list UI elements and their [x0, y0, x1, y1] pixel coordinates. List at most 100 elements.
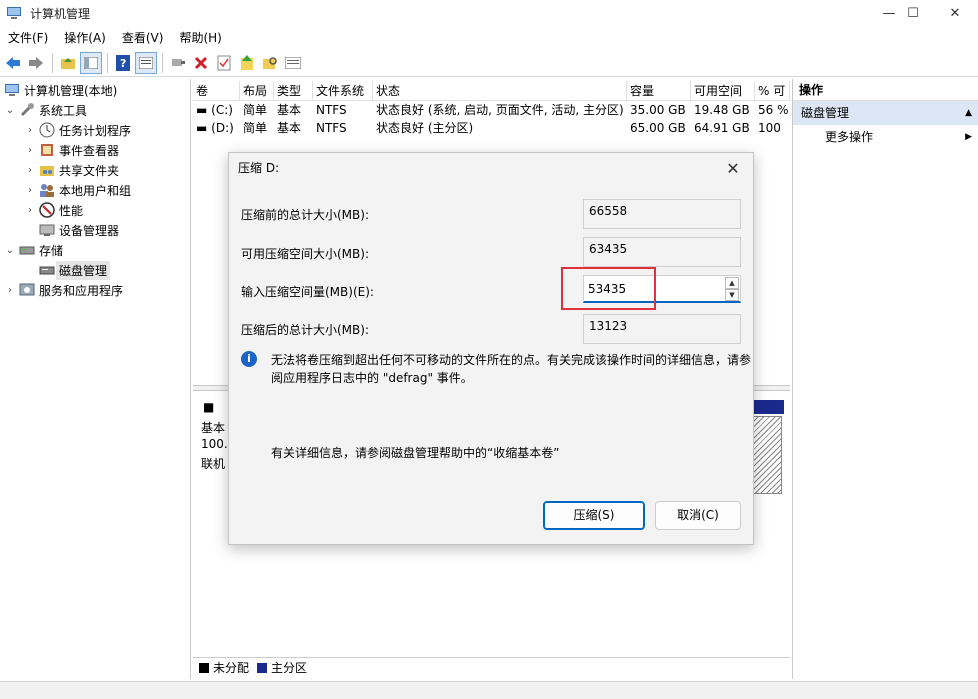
expand-chevron-icon[interactable]: › — [24, 205, 36, 216]
spin-down-icon[interactable]: ▼ — [725, 289, 739, 301]
info-message: i 无法将卷压缩到超出任何不可移动的文件所在的点。有关完成该操作时间的详细信息，… — [241, 351, 751, 387]
expand-chevron-icon[interactable]: › — [24, 165, 36, 176]
menu-file[interactable]: 文件(F) — [0, 29, 56, 46]
actions-header: 操作 — [793, 79, 978, 101]
menu-help[interactable]: 帮助(H) — [171, 29, 229, 46]
tree-item-shared-folders[interactable]: › 共享文件夹 — [24, 160, 119, 180]
services-icon — [19, 283, 35, 296]
expand-chevron-icon[interactable]: › — [4, 285, 16, 296]
tree-item-device-manager[interactable]: 设备管理器 — [39, 220, 119, 240]
legend-label-primary: 主分区 — [271, 661, 308, 675]
column-header[interactable]: 文件系统 — [313, 81, 373, 100]
info-icon: i — [241, 351, 257, 367]
volume-list-header: 卷 布局 类型 文件系统 状态 容量 可用空间 % 可 — [193, 81, 790, 101]
users-icon — [40, 184, 54, 197]
cancel-button[interactable]: 取消(C) — [655, 501, 741, 530]
close-button[interactable]: ✕ — [932, 0, 978, 26]
dialog-close-icon[interactable]: ✕ — [723, 158, 743, 178]
tree-item-system-tools[interactable]: ⌄ 系统工具 — [4, 100, 87, 120]
more-info-text: 有关详细信息，请参阅磁盘管理帮助中的“收缩基本卷” — [271, 446, 560, 460]
total-size-before-label: 压缩前的总计大小(MB): — [241, 208, 369, 222]
disk-status: 联机 — [201, 457, 226, 471]
total-size-before-value: 66558 — [583, 199, 741, 229]
legend-label-unallocated: 未分配 — [213, 661, 250, 675]
check-icon[interactable] — [213, 52, 235, 74]
more-actions-item[interactable]: 更多操作 ▶ — [793, 125, 978, 149]
volume-icon: ▬ — [196, 103, 212, 117]
properties-icon[interactable] — [135, 51, 157, 74]
actions-section-disk-management[interactable]: 磁盘管理 ▲ — [793, 101, 978, 125]
expand-chevron-icon[interactable]: ⌄ — [4, 105, 16, 116]
tools-icon — [20, 103, 34, 117]
clock-icon — [39, 122, 55, 138]
disk-type: 基本 — [201, 421, 226, 435]
highlight-box — [561, 267, 656, 310]
legend-swatch-unallocated — [199, 662, 209, 673]
disk-name: ■ — [203, 400, 215, 414]
svg-text:?: ? — [120, 57, 126, 70]
tree-item-local-users-groups[interactable]: › 本地用户和组 — [24, 180, 131, 200]
legend: 未分配 主分区 — [193, 657, 790, 677]
toolbar: ? — [0, 49, 978, 77]
tree-root-label: 计算机管理(本地) — [24, 83, 118, 98]
partition-block[interactable] — [752, 416, 782, 494]
menu-view[interactable]: 查看(V) — [114, 29, 172, 46]
tree-item-event-viewer[interactable]: › 事件查看器 — [24, 140, 119, 160]
column-header[interactable]: 可用空间 — [691, 81, 755, 100]
shrink-amount-label: 输入压缩空间量(MB)(E): — [241, 285, 374, 299]
performance-icon — [39, 202, 55, 218]
up-arrow-icon[interactable] — [236, 52, 258, 74]
event-viewer-icon — [41, 144, 53, 156]
table-row[interactable]: ▬ (C:) 简单 基本 NTFS 状态良好 (系统, 启动, 页面文件, 活动… — [193, 101, 790, 119]
submenu-arrow-icon: ▶ — [965, 132, 972, 142]
device-manager-icon — [39, 224, 55, 236]
tree-item-services-apps[interactable]: › 服务和应用程序 — [4, 280, 123, 300]
dialog-title: 压缩 D: — [238, 161, 280, 175]
expand-chevron-icon[interactable]: › — [24, 145, 36, 156]
tree-root[interactable]: 计算机管理(本地) — [4, 80, 117, 100]
expand-chevron-icon[interactable]: ⌄ — [4, 245, 16, 256]
shared-folder-icon — [40, 166, 54, 176]
tree-item-task-scheduler[interactable]: › 任务计划程序 — [24, 120, 131, 140]
shrink-button[interactable]: 压缩(S) — [543, 501, 645, 530]
delete-icon[interactable] — [190, 52, 212, 74]
column-header[interactable]: 布局 — [240, 81, 274, 100]
computer-management-window: 计算机管理 — ☐ ✕ 文件(F) 操作(A) 查看(V) 帮助(H) ? 计算… — [0, 0, 978, 699]
actions-pane: 操作 磁盘管理 ▲ 更多操作 ▶ — [792, 79, 978, 679]
search-folder-icon[interactable] — [259, 52, 281, 74]
back-arrow-icon[interactable] — [2, 52, 24, 74]
expand-chevron-icon[interactable]: › — [24, 185, 36, 196]
tree-item-storage[interactable]: ⌄ 存储 — [4, 240, 63, 260]
menu-action[interactable]: 操作(A) — [56, 29, 114, 46]
column-header[interactable]: 类型 — [274, 81, 313, 100]
title-bar: 计算机管理 — ☐ ✕ — [0, 0, 978, 26]
column-header[interactable]: 卷 — [193, 81, 240, 100]
tree-item-disk-management[interactable]: 磁盘管理 — [39, 260, 111, 280]
computer-management-icon — [5, 84, 19, 96]
collapse-up-icon[interactable]: ▲ — [965, 101, 972, 125]
table-row[interactable]: ▬ (D:) 简单 基本 NTFS 状态良好 (主分区) 65.00 GB 64… — [193, 119, 790, 137]
status-bar — [0, 681, 978, 699]
window-title: 计算机管理 — [30, 6, 91, 21]
maximize-button[interactable]: ☐ — [890, 0, 936, 26]
folder-up-icon[interactable] — [57, 52, 79, 74]
total-size-after-label: 压缩后的总计大小(MB): — [241, 323, 369, 337]
connect-icon[interactable] — [167, 52, 189, 74]
navigation-tree: 计算机管理(本地) ⌄ 系统工具 › 任务计划程序 › 事件查看器 › 共享文件… — [0, 79, 191, 679]
total-size-after-value: 13123 — [583, 314, 741, 344]
console-tree-icon[interactable] — [80, 51, 102, 74]
spin-up-icon[interactable]: ▲ — [725, 277, 739, 289]
storage-icon — [19, 246, 35, 255]
available-shrink-label: 可用压缩空间大小(MB): — [241, 247, 369, 261]
legend-swatch-primary — [257, 662, 268, 673]
list-icon[interactable] — [282, 52, 304, 74]
column-header[interactable]: 状态 — [373, 81, 627, 100]
expand-chevron-icon[interactable]: › — [24, 125, 36, 136]
tree-item-performance[interactable]: › 性能 — [24, 200, 83, 220]
volume-list: 卷 布局 类型 文件系统 状态 容量 可用空间 % 可 ▬ (C:) 简单 基本… — [193, 81, 790, 137]
computer-management-icon — [7, 7, 21, 19]
column-header[interactable]: 容量 — [627, 81, 691, 100]
column-header[interactable]: % 可 — [755, 81, 790, 100]
help-icon[interactable]: ? — [112, 52, 134, 74]
forward-arrow-icon[interactable] — [25, 52, 47, 74]
